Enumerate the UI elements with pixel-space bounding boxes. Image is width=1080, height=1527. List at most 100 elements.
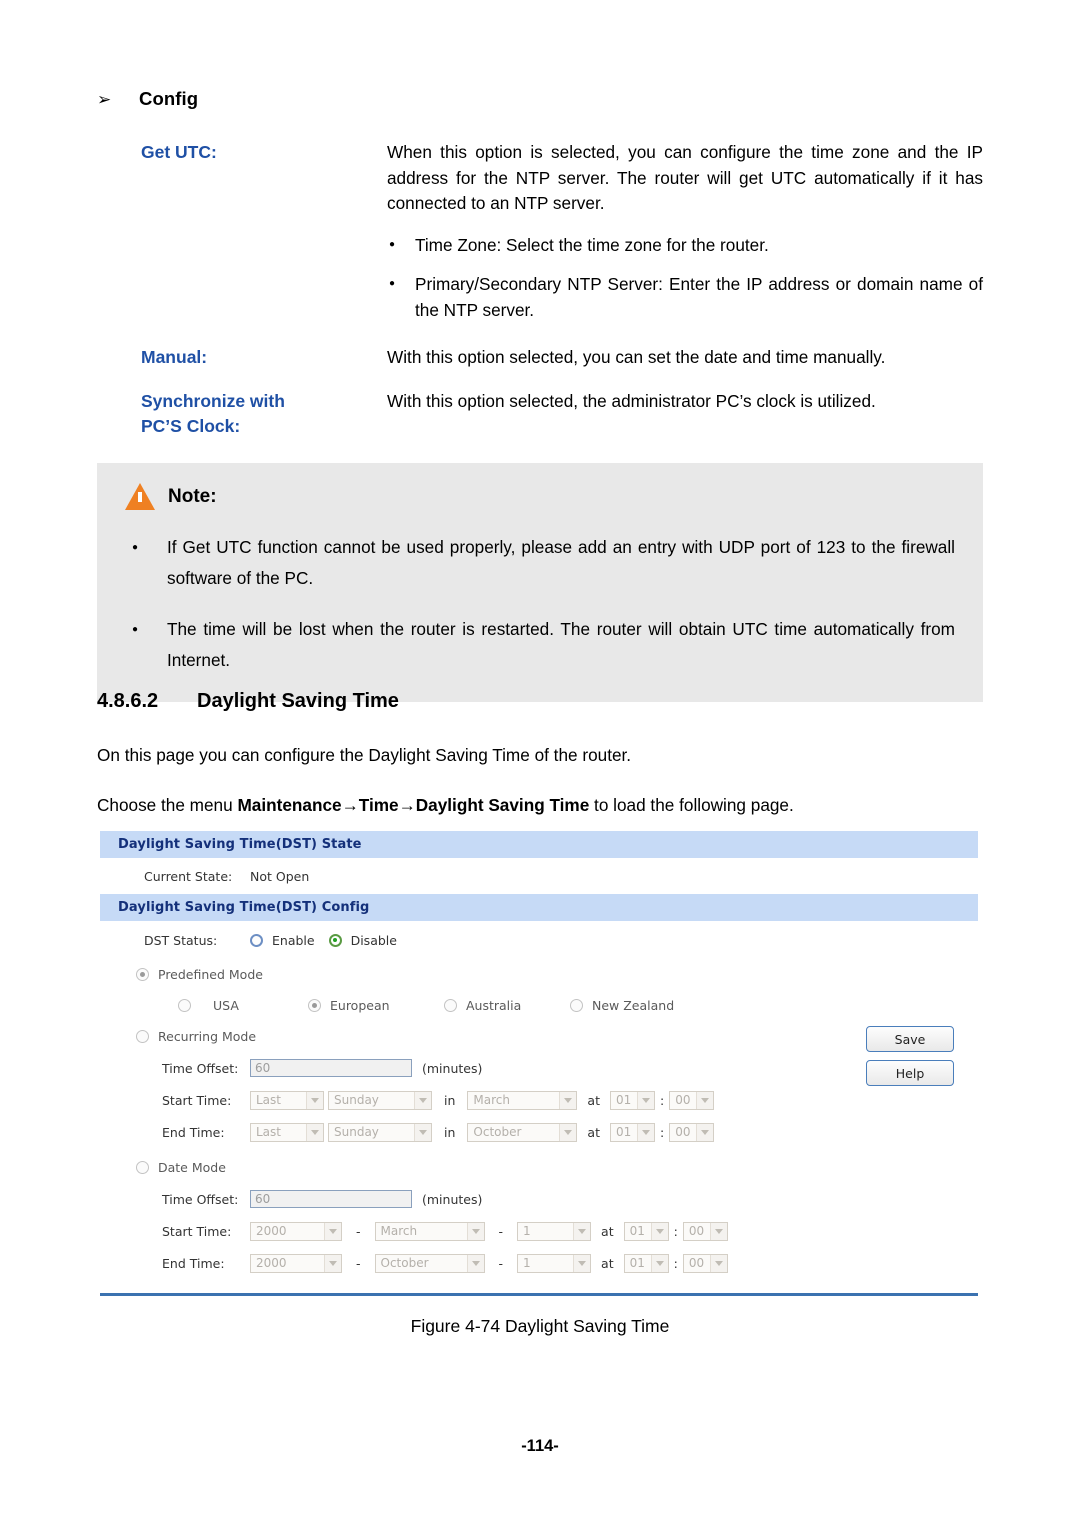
select-recurring-start-ordinal[interactable]: Last — [250, 1090, 324, 1110]
radio-new-zealand[interactable] — [570, 999, 583, 1012]
menu-suffix: to load the following page. — [589, 794, 794, 815]
date-end-time-label: End Time: — [162, 1255, 225, 1271]
time-colon-start-date: : — [673, 1223, 678, 1239]
router-config-screenshot: Daylight Saving Time(DST) State Current … — [100, 831, 978, 1296]
recurring-time-offset-label: Time Offset: — [162, 1060, 239, 1076]
chevron-down-icon — [306, 1123, 323, 1141]
select-date-end-hour[interactable]: 01 — [623, 1253, 669, 1273]
status-badge: Not Open — [250, 868, 310, 884]
radio-date-mode[interactable] — [136, 1161, 149, 1174]
select-recurring-end-month[interactable]: October — [467, 1122, 578, 1142]
radio-recurring-mode[interactable] — [136, 1030, 149, 1043]
select-recurring-start-weekday[interactable]: Sunday — [328, 1090, 432, 1110]
predefined-option-new-zealand[interactable]: New Zealand — [570, 998, 674, 1013]
recurring-start-time-row: Start Time: Last Sunday in March at 01 :… — [100, 1084, 978, 1116]
save-button[interactable]: Save — [866, 1026, 954, 1052]
menu-prefix: Choose the menu — [97, 794, 238, 815]
chevron-down-icon — [636, 1123, 654, 1141]
select-recurring-start-hour-value: 01 — [615, 1093, 632, 1107]
select-date-end-day[interactable]: 1 — [517, 1253, 592, 1273]
date-time-offset-unit: (minutes) — [422, 1191, 483, 1207]
radio-recurring-mode-label: Recurring Mode — [158, 1029, 257, 1044]
select-date-start-minute-value: 00 — [688, 1224, 705, 1238]
word-at-end-date: at — [601, 1255, 614, 1271]
definition-row-get-utc: Get UTC: When this option is selected, y… — [97, 140, 983, 323]
dst-config-section-header: Daylight Saving Time(DST) Config — [100, 894, 978, 921]
section-heading: 4.8.6.2 Daylight Saving Time — [97, 690, 983, 713]
select-date-start-minute[interactable]: 00 — [682, 1221, 728, 1241]
radio-dst-enable[interactable] — [250, 933, 263, 947]
time-colon-end-date: : — [673, 1255, 678, 1271]
chevron-down-icon — [414, 1091, 431, 1109]
predefined-option-australia[interactable]: Australia — [444, 998, 570, 1013]
definition-description-get-utc: When this option is selected, you can co… — [387, 140, 983, 323]
recurring-time-offset-input[interactable]: 60 — [250, 1059, 412, 1077]
radio-usa[interactable] — [178, 999, 191, 1012]
dst-status-radio-group: Enable Disable — [250, 933, 397, 948]
select-recurring-end-hour[interactable]: 01 — [609, 1122, 655, 1142]
section-intro-paragraph: On this page you can configure the Dayli… — [97, 745, 632, 765]
figure-caption: Figure 4-74 Daylight Saving Time — [410, 1316, 670, 1336]
chevron-down-icon — [559, 1123, 577, 1141]
select-recurring-end-ordinal[interactable]: Last — [250, 1122, 324, 1142]
select-recurring-end-weekday[interactable]: Sunday — [328, 1122, 432, 1142]
page-number: -114- — [521, 1437, 559, 1455]
dst-status-label: DST Status: — [144, 932, 218, 948]
time-colon-start-recurring: : — [659, 1092, 665, 1108]
radio-dst-disable[interactable] — [328, 933, 342, 947]
select-recurring-end-minute-value: 00 — [675, 1125, 691, 1139]
select-date-start-day[interactable]: 1 — [517, 1221, 592, 1241]
dst-state-section-header: Daylight Saving Time(DST) State — [100, 831, 978, 858]
select-date-start-month[interactable]: March — [374, 1221, 485, 1241]
chevron-down-icon — [306, 1091, 323, 1109]
help-button[interactable]: Help — [866, 1060, 954, 1086]
word-at-start-recurring: at — [587, 1092, 600, 1108]
date-time-offset-label: Time Offset: — [162, 1191, 239, 1207]
select-date-end-hour-value: 01 — [629, 1256, 645, 1270]
word-at-start-date: at — [601, 1223, 614, 1239]
word-in-end-recurring: in — [444, 1124, 456, 1140]
definition-term-sync-pc-clock: Synchronize with PC’S Clock: — [97, 389, 387, 439]
config-section: ➢ Config Get UTC: When this option is se… — [97, 88, 983, 457]
select-date-start-year[interactable]: 2000 — [250, 1221, 342, 1241]
predefined-option-usa[interactable]: USA — [178, 998, 308, 1013]
list-item: Primary/Secondary NTP Server: Enter the … — [387, 271, 983, 323]
definition-description-manual: With this option selected, you can set t… — [387, 345, 983, 371]
time-colon-end-recurring: : — [659, 1124, 665, 1140]
radio-predefined-mode[interactable] — [136, 968, 149, 981]
sync-term-line-1: Synchronize with — [141, 390, 285, 411]
select-date-start-hour[interactable]: 01 — [623, 1221, 669, 1241]
sync-term-line-2: PC’S Clock: — [141, 415, 241, 436]
chevron-down-icon — [696, 1123, 714, 1141]
radio-dst-enable-label: Enable — [272, 932, 315, 948]
select-recurring-start-hour[interactable]: 01 — [609, 1090, 655, 1110]
button-column: Save Help — [866, 1026, 954, 1086]
date-time-offset-input[interactable]: 60 — [250, 1190, 412, 1208]
radio-date-mode-label: Date Mode — [158, 1160, 226, 1175]
radio-australia[interactable] — [444, 999, 457, 1012]
radio-predefined-mode-label: Predefined Mode — [158, 967, 263, 982]
select-date-end-month[interactable]: October — [374, 1253, 485, 1273]
definition-term-get-utc: Get UTC: — [141, 142, 217, 162]
recurring-end-time-label: End Time: — [162, 1124, 225, 1140]
chevron-down-icon — [466, 1254, 484, 1272]
predefined-options-row: USA European Australia New Zealand — [100, 990, 978, 1021]
radio-european[interactable] — [308, 999, 321, 1012]
recurring-mode-row: Recurring Mode — [100, 1021, 978, 1052]
select-date-end-year[interactable]: 2000 — [250, 1253, 342, 1273]
select-date-end-minute-value: 00 — [688, 1256, 705, 1270]
predefined-option-european[interactable]: European — [308, 998, 444, 1013]
dash-start-2: - — [498, 1223, 504, 1239]
select-recurring-start-ordinal-value: Last — [256, 1093, 281, 1107]
select-date-end-minute[interactable]: 00 — [682, 1253, 728, 1273]
manual-paragraph: With this option selected, you can set t… — [387, 347, 886, 367]
note-list: If Get UTC function cannot be used prope… — [125, 532, 955, 676]
word-in-start-recurring: in — [444, 1092, 456, 1108]
get-utc-bullet-list: Time Zone: Select the time zone for the … — [387, 232, 983, 324]
date-time-offset-row: Time Offset: 60 (minutes) — [100, 1183, 978, 1215]
select-recurring-start-minute[interactable]: 00 — [669, 1090, 715, 1110]
select-recurring-start-month[interactable]: March — [467, 1090, 578, 1110]
select-recurring-end-month-value: October — [473, 1125, 522, 1139]
recurring-end-time-row: End Time: Last Sunday in October at 01 :… — [100, 1116, 978, 1148]
select-recurring-end-minute[interactable]: 00 — [669, 1122, 715, 1142]
